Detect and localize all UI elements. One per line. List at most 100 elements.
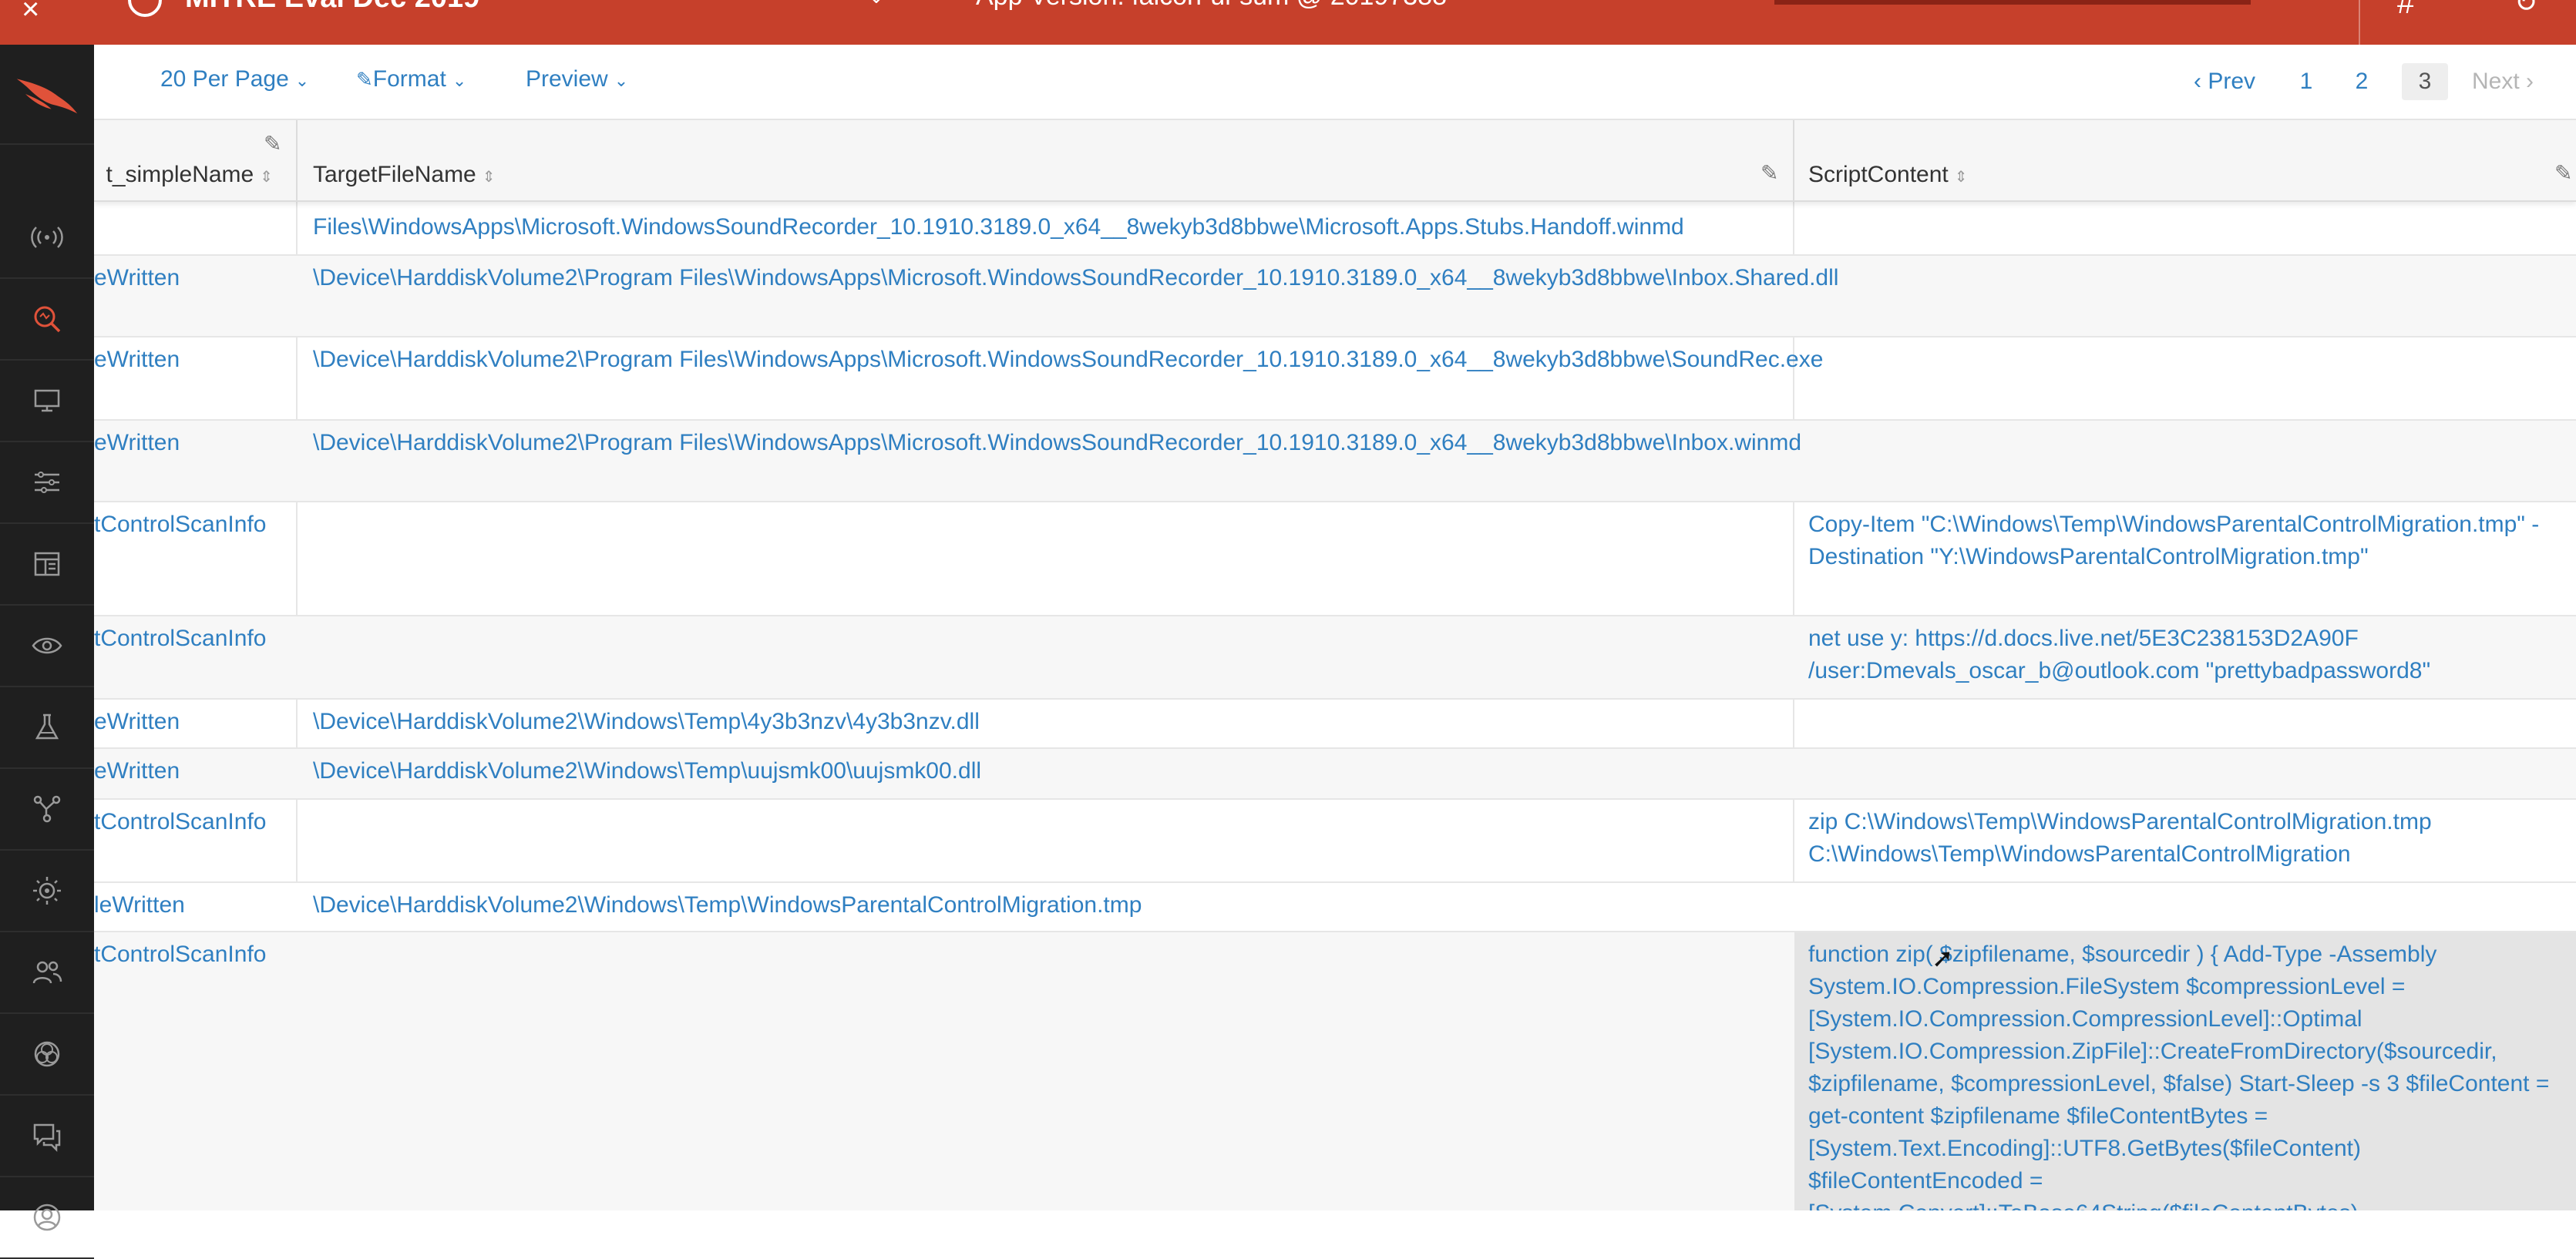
results-toolbar: 20 Per Page ⌄ ✎Format ⌄ Preview ⌄ ‹ Prev 1 … — [94, 45, 2576, 120]
cell-simple-name[interactable]: tControlScanInfo — [94, 509, 287, 541]
cell-target-file-name[interactable]: \Device\HarddiskVolume2\Windows\Temp\uuj… — [313, 755, 1847, 787]
table-header: t_simpleName ⇕ ✎ TargetFileName ⇕ ✎ Script… — [94, 120, 2576, 202]
cell-simple-name[interactable]: eWritten — [94, 755, 287, 787]
chevron-left-icon: ‹ — [2193, 69, 2201, 94]
cell-target-file-name[interactable]: \Device\HarddiskVolume2\Windows\Temp\4y3… — [313, 706, 1847, 738]
table-row[interactable]: eWritten \Device\HarddiskVolume2\Windows… — [94, 749, 2576, 800]
grid-icon[interactable]: # — [2397, 0, 2414, 21]
sidebar-item-spotlight[interactable] — [0, 851, 94, 932]
cell-simple-name[interactable]: eWritten — [94, 427, 287, 459]
preview-dropdown[interactable]: Preview ⌄ — [526, 66, 628, 92]
cell-target-file-name[interactable]: \Device\HarddiskVolume2\Windows\Temp\Win… — [313, 889, 1847, 922]
sidebar-item-dashboards[interactable] — [0, 524, 94, 606]
discover-eye-icon — [32, 637, 62, 654]
app-version: App Version: falcon-ui-sum @ 20197388 — [976, 0, 1447, 12]
column-title: TargetFileName — [313, 162, 476, 187]
chevron-down-icon[interactable]: ⌄ — [868, 0, 885, 8]
refresh-icon[interactable]: ↻ — [2514, 0, 2537, 18]
per-page-label: 20 Per Page — [160, 66, 289, 92]
table-row[interactable]: leWritten \Device\HarddiskVolume2\Window… — [94, 883, 2576, 932]
sidebar-item-investigate[interactable] — [0, 279, 94, 361]
cell-script-content[interactable]: net use y: https://d.docs.live.net/5E3C2… — [1808, 623, 2564, 687]
cell-simple-name[interactable]: tControlScanInfo — [94, 806, 287, 838]
pencil-icon: ✎ — [356, 68, 373, 91]
configuration-sliders-icon — [35, 472, 59, 493]
sort-icon[interactable]: ⇕ — [483, 169, 496, 186]
sidebar — [0, 45, 94, 1259]
column-header-simple-name[interactable]: t_simpleName ⇕ ✎ — [94, 120, 296, 200]
sidebar-item-home[interactable] — [0, 45, 94, 145]
pager-prev-label: Prev — [2208, 69, 2256, 94]
table-row[interactable]: tControlScanInfo net use y: https://d.do… — [94, 616, 2576, 700]
pager-next-label: Next — [2471, 69, 2520, 94]
table-row[interactable]: eWritten \Device\HarddiskVolume2\Program… — [94, 421, 2576, 502]
cell-target-file-name[interactable]: Files\WindowsApps\Microsoft.WindowsSound… — [313, 211, 1847, 243]
pager-prev-button[interactable]: ‹ Prev — [2186, 63, 2263, 100]
app-title: MITRE Eval Dec 2019 — [185, 0, 479, 15]
chevron-down-icon: ⌄ — [294, 71, 310, 90]
table-row[interactable]: eWritten \Device\HarddiskVolume2\Program… — [94, 337, 2576, 421]
table-row[interactable]: tControlScanInfo zip C:\Windows\Temp\Win… — [94, 800, 2576, 883]
table-row[interactable]: eWritten \Device\HarddiskVolume2\Windows… — [94, 700, 2576, 749]
support-chat-icon — [33, 1123, 61, 1153]
menu-icon[interactable]: × — [22, 0, 39, 27]
cell-script-content[interactable]: function zip( $zipfilename, $sourcedir )… — [1808, 938, 2571, 1210]
column-divider[interactable] — [296, 120, 298, 200]
table-row[interactable]: tControlScanInfo Copy-Item "C:\Windows\T… — [94, 502, 2576, 616]
sidebar-item-support[interactable] — [0, 1096, 94, 1177]
column-title: t_simpleName — [106, 162, 254, 187]
activity-radio-icon — [31, 227, 63, 248]
sidebar-item-activity[interactable] — [0, 197, 94, 279]
cell-simple-name[interactable]: tControlScanInfo — [94, 623, 287, 655]
sort-icon[interactable]: ⇕ — [260, 169, 273, 186]
chevron-down-icon: ⌄ — [614, 71, 629, 90]
sidebar-item-graph[interactable] — [0, 769, 94, 851]
column-header-target-file-name[interactable]: TargetFileName ⇕ — [313, 120, 1777, 200]
pager-page-3[interactable]: 3 — [2402, 63, 2448, 100]
falcon-logo-icon — [16, 79, 78, 114]
per-page-dropdown[interactable]: 20 Per Page ⌄ — [160, 66, 309, 92]
app-logo-icon — [128, 0, 162, 17]
sidebar-item-lab[interactable] — [0, 687, 94, 769]
edit-column-icon[interactable]: ✎ — [1760, 160, 1778, 186]
cell-simple-name[interactable]: leWritten — [94, 889, 287, 922]
edit-column-icon[interactable]: ✎ — [2554, 160, 2572, 186]
sidebar-item-hosts[interactable] — [0, 361, 94, 442]
cell-simple-name[interactable]: eWritten — [94, 706, 287, 738]
sort-icon[interactable]: ⇕ — [1955, 169, 1968, 186]
cell-target-file-name[interactable]: \Device\HarddiskVolume2\Program Files\Wi… — [313, 262, 1847, 294]
intelligence-icon — [34, 1041, 60, 1067]
pager-page-2[interactable]: 2 — [2346, 63, 2377, 100]
results-table: t_simpleName ⇕ ✎ TargetFileName ⇕ ✎ Script… — [94, 120, 2576, 1210]
cell-target-file-name[interactable]: \Device\HarddiskVolume2\Program Files\Wi… — [313, 344, 1847, 376]
sidebar-item-users[interactable] — [0, 932, 94, 1014]
cell-simple-name[interactable]: tControlScanInfo — [94, 938, 287, 971]
mouse-cursor-icon: ➚ — [1932, 944, 1954, 973]
sidebar-item-account[interactable] — [0, 1177, 94, 1259]
column-title: ScriptContent — [1808, 162, 1949, 187]
top-header: × MITRE Eval Dec 2019 ⌄ App Version: fal… — [0, 0, 2576, 45]
pager-page-1[interactable]: 1 — [2291, 63, 2322, 100]
cell-target-file-name[interactable]: \Device\HarddiskVolume2\Program Files\Wi… — [313, 427, 1847, 459]
sidebar-item-configuration[interactable] — [0, 442, 94, 524]
preview-label: Preview — [526, 66, 608, 92]
account-icon — [33, 1204, 61, 1231]
header-divider — [2359, 0, 2360, 45]
cell-simple-name[interactable]: eWritten — [94, 344, 287, 376]
column-divider[interactable] — [1793, 120, 1794, 200]
spotlight-icon — [33, 877, 61, 905]
table-row[interactable]: tControlScanInfo function zip( $zipfilen… — [94, 932, 2576, 1210]
column-header-script-content[interactable]: ScriptContent ⇕ — [1808, 120, 2571, 200]
cell-script-content[interactable]: Copy-Item "C:\Windows\Temp\WindowsParent… — [1808, 509, 2564, 573]
sidebar-item-intelligence[interactable] — [0, 1014, 94, 1096]
sidebar-item-discover[interactable] — [0, 606, 94, 687]
dashboards-icon — [34, 552, 60, 576]
header-search-box[interactable] — [1774, 0, 2251, 5]
cell-simple-name[interactable]: eWritten — [94, 262, 287, 294]
table-row[interactable]: eWritten \Device\HarddiskVolume2\Program… — [94, 256, 2576, 337]
cell-script-content[interactable]: zip C:\Windows\Temp\WindowsParentalContr… — [1808, 806, 2564, 871]
format-dropdown[interactable]: ✎Format ⌄ — [356, 66, 466, 92]
chevron-down-icon: ⌄ — [452, 71, 467, 90]
edit-column-icon[interactable]: ✎ — [264, 131, 281, 156]
format-label: Format — [372, 66, 446, 92]
